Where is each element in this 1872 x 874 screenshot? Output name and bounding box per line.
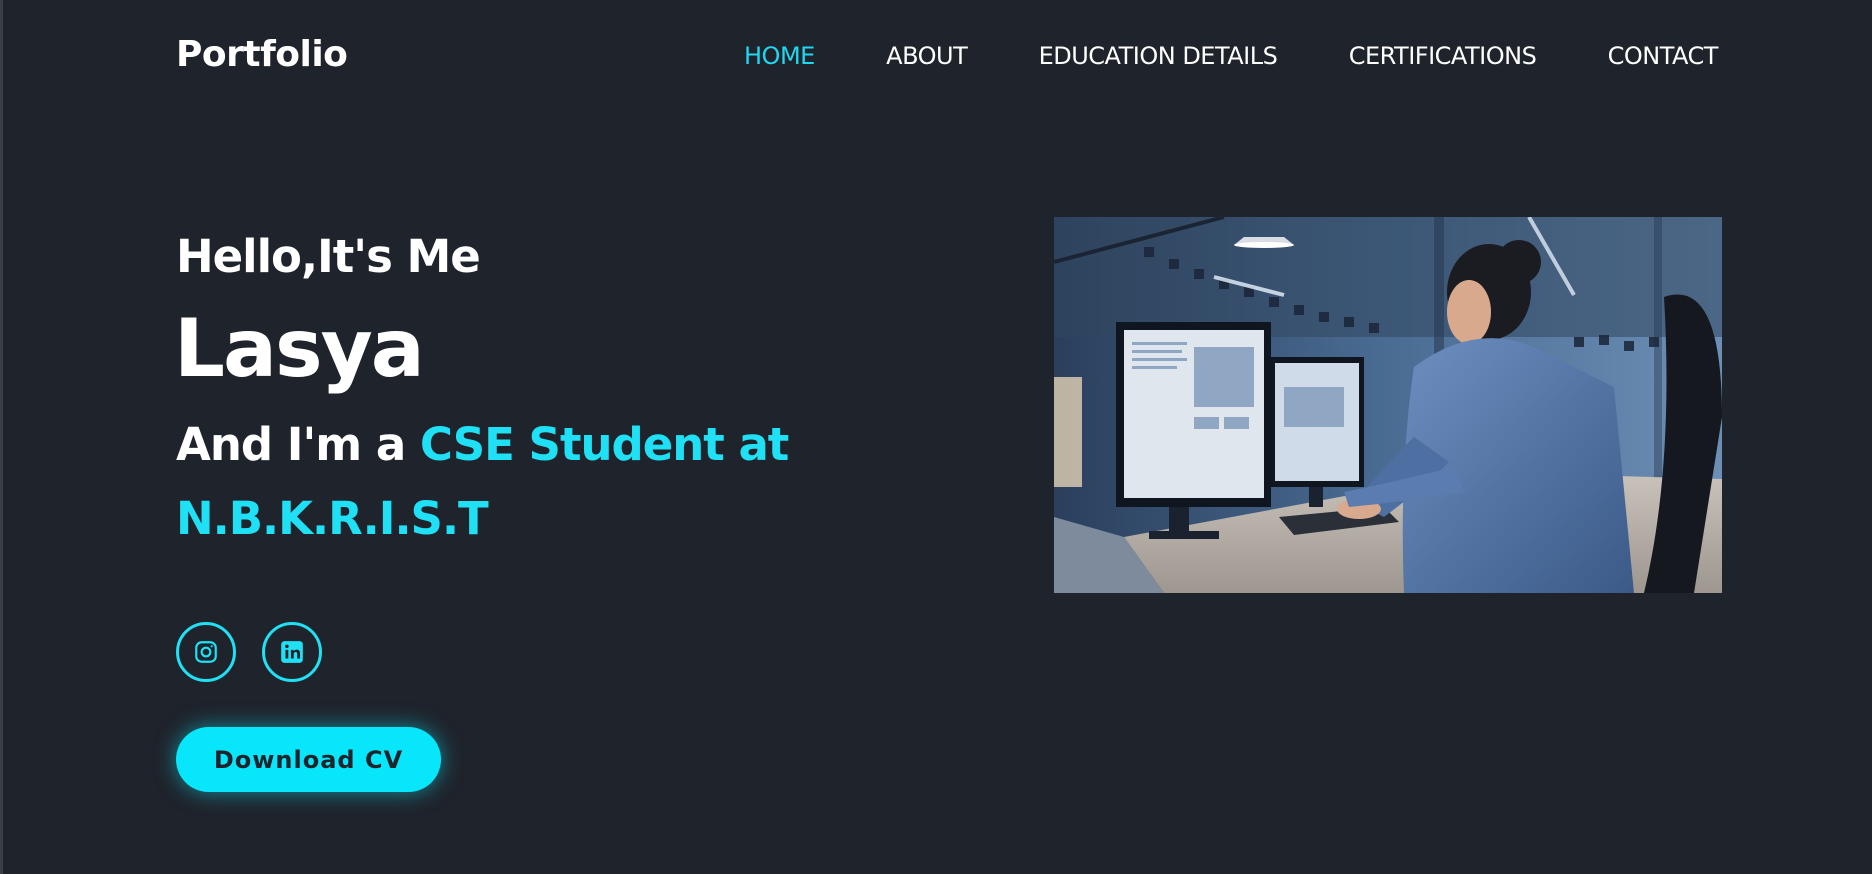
- hero-greeting: Hello,It's Me: [176, 230, 481, 283]
- nav-home[interactable]: HOME: [744, 42, 815, 70]
- nav-contact[interactable]: CONTACT: [1608, 42, 1719, 70]
- linkedin-icon: [281, 641, 303, 663]
- hero-image: [1054, 217, 1722, 593]
- nav-about[interactable]: ABOUT: [886, 42, 968, 70]
- nav-education-details[interactable]: EDUCATION DETAILS: [1039, 42, 1278, 70]
- page: Portfolio HOME ABOUT EDUCATION DETAILS C…: [0, 0, 1872, 874]
- hero-name: Lasya: [174, 302, 425, 395]
- office-workstation-illustration: [1054, 217, 1722, 593]
- main-nav: HOME ABOUT EDUCATION DETAILS CERTIFICATI…: [744, 42, 1718, 70]
- social-links: [176, 622, 322, 682]
- hero-role-prefix: And I'm a: [176, 418, 420, 471]
- logo[interactable]: Portfolio: [176, 34, 348, 75]
- linkedin-link[interactable]: [262, 622, 322, 682]
- instagram-link[interactable]: [176, 622, 236, 682]
- hero-role: And I'm a CSE Student at N.B.K.R.I.S.T: [176, 408, 816, 556]
- download-cv-button[interactable]: Download CV: [176, 727, 441, 792]
- nav-certifications[interactable]: CERTIFICATIONS: [1349, 42, 1537, 70]
- instagram-icon: [195, 641, 217, 663]
